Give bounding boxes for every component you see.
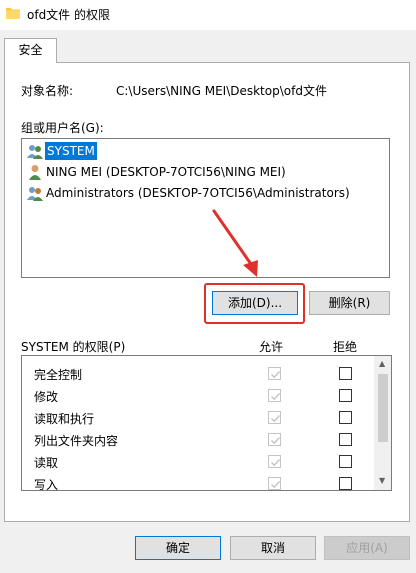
users-list-label: 组或用户名(G): [21,121,104,135]
permission-row-list-folder: 列出文件夹内容 [22,429,372,451]
tab-security[interactable]: 安全 [4,38,57,63]
user-item-label: SYSTEM [45,142,97,160]
permissions-list: 完全控制 修改 读取和执行 列出文件夹内容 读取 写入 ▲ ▼ [21,355,392,491]
permission-row-write: 写入 [22,473,372,491]
permission-row-read: 读取 [22,451,372,473]
group-icon [27,145,43,159]
ok-button[interactable]: 确定 [135,536,221,560]
deny-checkbox[interactable] [339,389,352,402]
deny-checkbox[interactable] [339,455,352,468]
user-item-administrators[interactable]: Administrators (DESKTOP-7OTCI56\Administ… [26,184,387,202]
permission-name: 完全控制 [34,368,83,382]
permission-row-full-control: 完全控制 [22,363,372,385]
scroll-down-icon[interactable]: ▼ [379,476,385,485]
allow-checkbox [268,411,281,424]
allow-checkbox [268,367,281,380]
cancel-button[interactable]: 取消 [230,536,316,560]
scroll-thumb[interactable] [378,374,388,442]
user-item-ning-mei[interactable]: NING MEI (DESKTOP-7OTCI56\NING MEI) [26,163,387,181]
permission-name: 读取和执行 [34,412,95,426]
permissions-label: SYSTEM 的权限(P) [21,340,126,354]
user-item-label: Administrators (DESKTOP-7OTCI56\Administ… [46,186,350,200]
scroll-up-icon[interactable]: ▲ [379,359,385,368]
object-path: C:\Users\NING MEI\Desktop\ofd文件 [116,84,327,98]
permission-name: 写入 [34,478,59,491]
folder-icon [6,8,20,19]
allow-checkbox [268,389,281,402]
allow-checkbox [268,455,281,468]
permissions-scrollbar[interactable]: ▲ ▼ [374,356,391,490]
title-bar: ofd文件 的权限 [0,0,416,30]
object-name-label: 对象名称: [21,84,74,98]
permission-row-read-execute: 读取和执行 [22,407,372,429]
deny-checkbox[interactable] [339,477,352,490]
allow-checkbox [268,433,281,446]
permission-name: 修改 [34,390,59,404]
deny-column-header: 拒绝 [333,340,358,354]
permission-name: 读取 [34,456,59,470]
user-item-system[interactable]: SYSTEM [26,142,387,160]
deny-checkbox[interactable] [339,411,352,424]
deny-checkbox[interactable] [339,367,352,380]
user-item-label: NING MEI (DESKTOP-7OTCI56\NING MEI) [46,165,286,179]
user-icon [29,165,41,180]
deny-checkbox[interactable] [339,433,352,446]
allow-checkbox [268,477,281,490]
add-button[interactable]: 添加(D)... [212,291,298,315]
annotation-arrow-icon [212,209,258,277]
remove-button[interactable]: 删除(R) [309,291,390,315]
allow-column-header: 允许 [259,340,284,354]
group-icon [27,187,43,201]
permission-name: 列出文件夹内容 [34,434,119,448]
window-title: ofd文件 的权限 [27,8,110,22]
apply-button[interactable]: 应用(A) [324,536,410,560]
permission-row-modify: 修改 [22,385,372,407]
